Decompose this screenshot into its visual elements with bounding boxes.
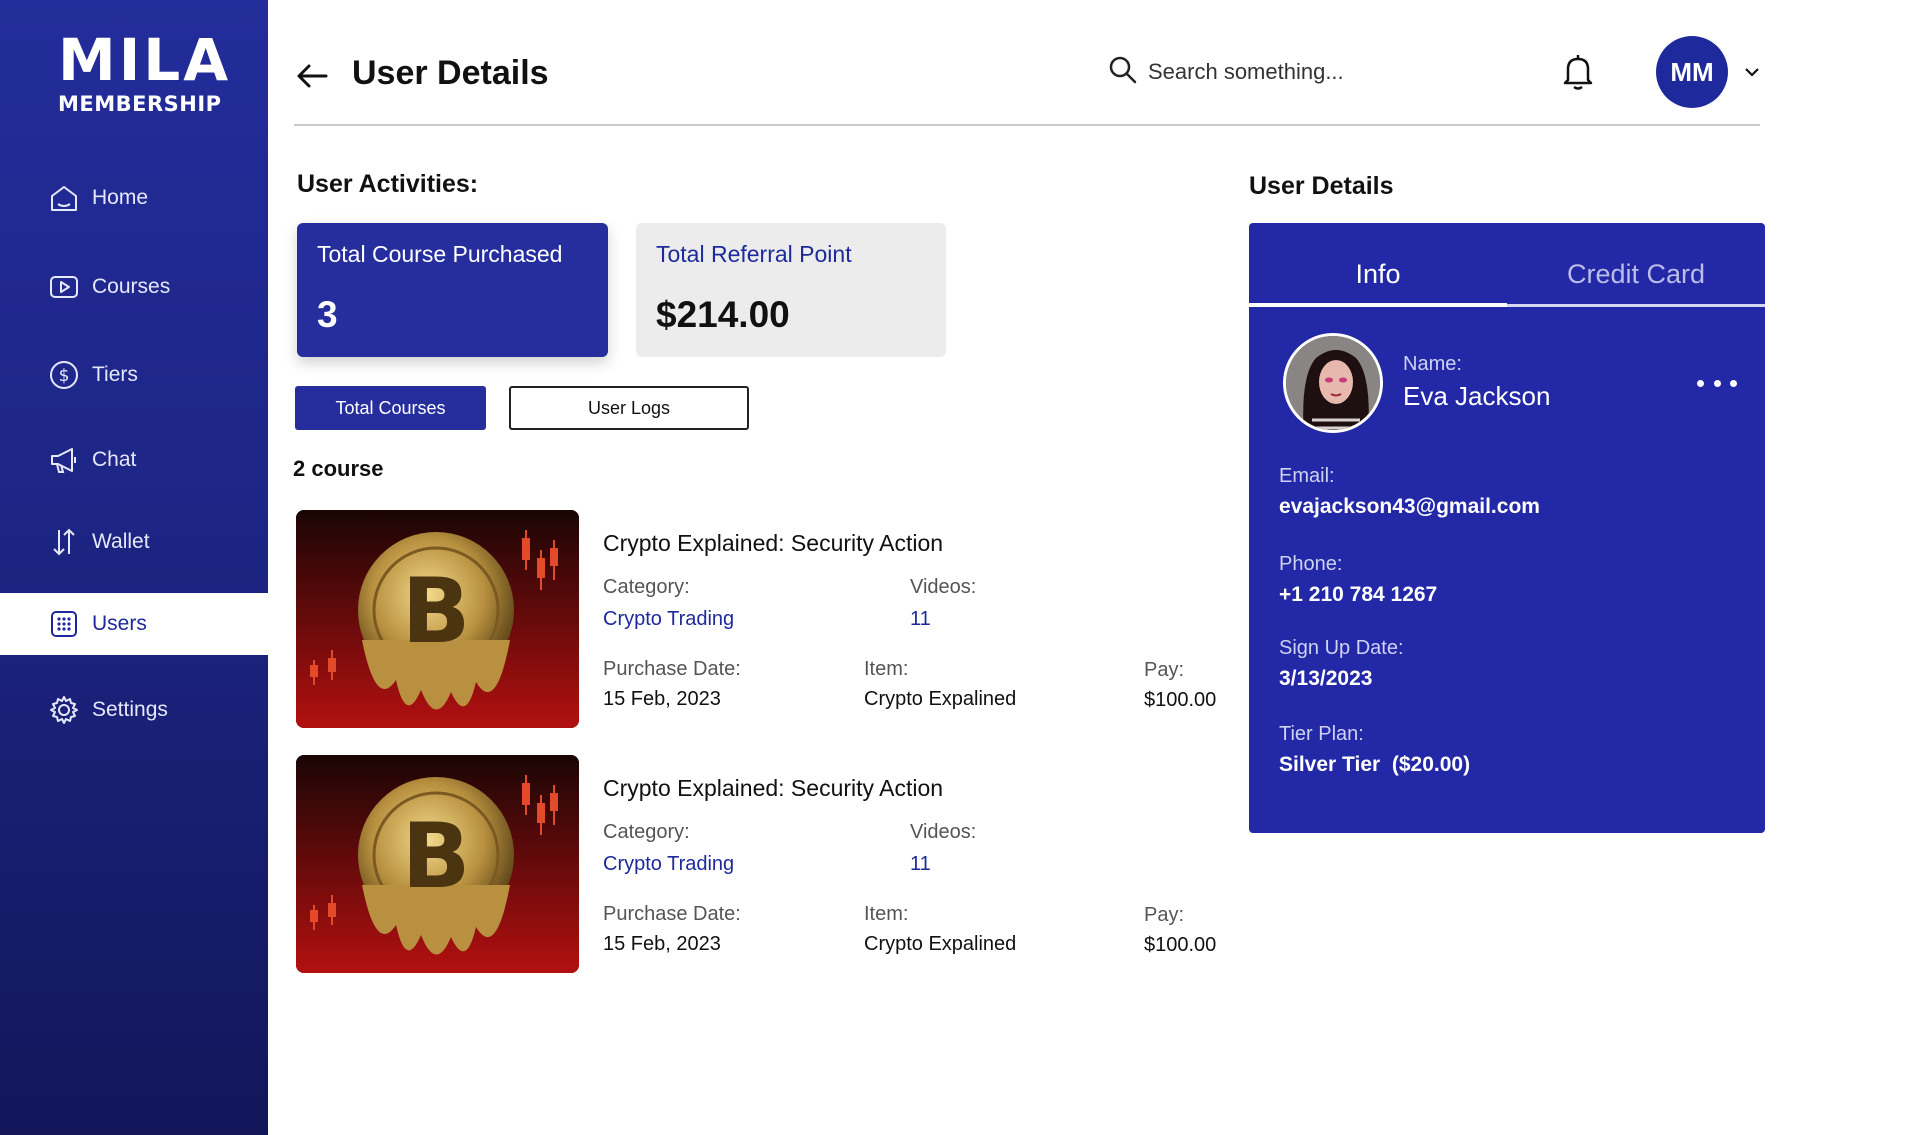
purchase-date-label: Purchase Date:	[603, 658, 741, 680]
detail-tabs: Info Credit Card	[1249, 223, 1765, 307]
course-item[interactable]: B Crypto Explained: Security Action Cate…	[296, 755, 1226, 973]
megaphone-icon	[48, 444, 80, 476]
category-label: Category:	[603, 576, 690, 598]
course-item[interactable]: B Crypto Explained: Security Action Cate…	[296, 510, 1226, 728]
app-root: MILA MEMBERSHIP Home Courses $ Tiers Cha…	[0, 0, 1920, 1135]
sidebar-item-wallet[interactable]: Wallet	[0, 511, 268, 573]
brand-logo[interactable]: MILA MEMBERSHIP	[58, 26, 232, 120]
search-bar	[1108, 52, 1408, 92]
tab-total-courses[interactable]: Total Courses	[295, 386, 486, 430]
course-title: Crypto Explained: Security Action	[603, 530, 944, 556]
pay-label: Pay:	[1144, 904, 1185, 926]
course-thumbnail: B	[296, 510, 579, 728]
item-value: Crypto Expalined	[864, 688, 1017, 710]
user-details-card: Info Credit Card Name: Eva Jackson Email…	[1249, 223, 1765, 833]
videos-value: 11	[910, 608, 931, 630]
users-grid-icon	[48, 608, 80, 640]
sidebar-item-label: Chat	[92, 448, 137, 471]
pay-value: $100.00	[1144, 689, 1217, 711]
tab-info[interactable]: Info	[1249, 259, 1507, 290]
signup-value: 3/13/2023	[1279, 667, 1373, 690]
category-label: Category:	[603, 821, 690, 843]
pay-label: Pay:	[1144, 659, 1185, 681]
sidebar-item-courses[interactable]: Courses	[0, 256, 268, 318]
sidebar-item-label: Tiers	[92, 363, 138, 386]
profile-photo	[1283, 333, 1383, 433]
home-icon	[48, 182, 80, 214]
videos-label: Videos:	[910, 576, 977, 598]
sidebar-item-home[interactable]: Home	[0, 167, 268, 229]
purchase-date-value: 15 Feb, 2023	[603, 688, 721, 710]
page-header: User Details MM	[294, 36, 1760, 126]
details-heading: User Details	[1249, 172, 1394, 200]
course-title: Crypto Explained: Security Action	[603, 775, 944, 801]
page-title: User Details	[352, 54, 549, 92]
user-avatar[interactable]: MM	[1656, 36, 1728, 108]
back-arrow-icon[interactable]	[294, 58, 330, 94]
stat-card-referral: Total Referral Point $214.00	[636, 223, 946, 357]
item-label: Item:	[864, 658, 909, 680]
sidebar-item-users[interactable]: Users	[0, 593, 268, 655]
category-value[interactable]: Crypto Trading	[603, 608, 734, 631]
activities-heading: User Activities:	[297, 170, 479, 198]
tab-credit-card[interactable]: Credit Card	[1507, 259, 1765, 290]
signup-label: Sign Up Date:	[1279, 637, 1404, 659]
user-name: Eva Jackson	[1403, 381, 1551, 411]
bell-icon[interactable]	[1560, 52, 1596, 92]
videos-label: Videos:	[910, 821, 977, 843]
name-label: Name:	[1403, 353, 1462, 375]
play-icon	[48, 271, 80, 303]
search-icon	[1108, 55, 1138, 90]
stat-card-courses: Total Course Purchased 3	[297, 223, 608, 357]
arrows-icon	[48, 526, 80, 558]
course-thumbnail: B	[296, 755, 579, 973]
sidebar-item-settings[interactable]: Settings	[0, 679, 268, 741]
chevron-down-icon[interactable]	[1742, 62, 1762, 82]
item-label: Item:	[864, 903, 909, 925]
email-value: evajackson43@gmail.com	[1279, 495, 1540, 518]
purchase-date-value: 15 Feb, 2023	[603, 933, 721, 955]
email-label: Email:	[1279, 465, 1335, 487]
stat-value: $214.00	[656, 294, 790, 335]
phone-label: Phone:	[1279, 553, 1343, 575]
category-value[interactable]: Crypto Trading	[603, 853, 734, 876]
logo-subtitle: MEMBERSHIP	[58, 92, 222, 116]
sidebar-item-label: Users	[92, 612, 147, 635]
active-tab-indicator	[1249, 303, 1507, 307]
svg-text:B: B	[402, 559, 471, 664]
pay-value: $100.00	[1144, 934, 1217, 956]
course-count: 2 course	[293, 456, 384, 481]
videos-value: 11	[910, 853, 931, 875]
stat-label: Total Referral Point	[656, 241, 852, 267]
purchase-date-label: Purchase Date:	[603, 903, 741, 925]
tab-user-logs[interactable]: User Logs	[509, 386, 749, 430]
dollar-icon: $	[48, 359, 80, 391]
stat-value: 3	[317, 294, 338, 335]
stat-label: Total Course Purchased	[317, 241, 563, 267]
sidebar-item-label: Wallet	[92, 530, 150, 553]
gear-icon	[48, 694, 80, 726]
tier-label: Tier Plan:	[1279, 723, 1364, 745]
item-value: Crypto Expalined	[864, 933, 1017, 955]
phone-value: +1 210 784 1267	[1279, 583, 1438, 606]
sidebar-item-label: Settings	[92, 698, 168, 721]
tier-value: Silver Tier ($20.00)	[1279, 753, 1471, 776]
more-options-icon[interactable]	[1697, 373, 1737, 393]
sidebar-item-label: Home	[92, 186, 149, 209]
sidebar-item-label: Courses	[92, 275, 171, 298]
logo-wordmark: MILA	[58, 26, 232, 94]
svg-text:B: B	[402, 804, 471, 909]
sidebar-item-tiers[interactable]: $ Tiers	[0, 344, 268, 406]
svg-text:$: $	[59, 366, 70, 386]
search-input[interactable]	[1148, 59, 1398, 85]
sidebar-item-chat[interactable]: Chat	[0, 429, 268, 491]
sidebar: MILA MEMBERSHIP Home Courses $ Tiers Cha…	[0, 0, 268, 1135]
